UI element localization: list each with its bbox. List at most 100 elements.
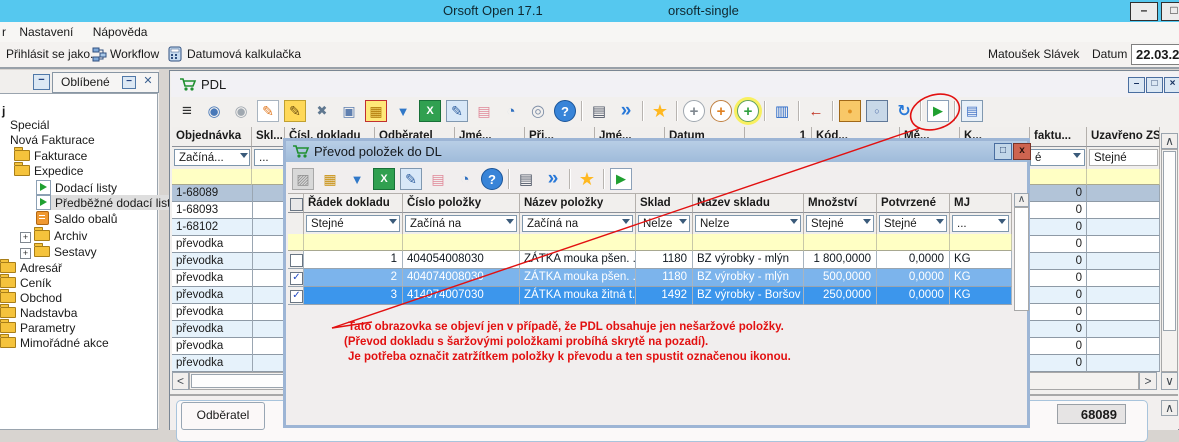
menu-nastaveni[interactable]: Nastavení (11, 22, 81, 42)
favorites-minimize-icon[interactable]: − (122, 76, 136, 89)
expand-plus-icon[interactable]: + (20, 248, 31, 259)
dialog-quickfilter-input[interactable] (288, 234, 304, 251)
quickfilter-input[interactable] (172, 169, 252, 185)
pdl-close-button[interactable]: × (1164, 77, 1179, 93)
dialog-row-cell-mj[interactable]: KG (950, 251, 1012, 269)
dlg-header-nazev-skladu[interactable]: Nazev skladu (693, 193, 804, 213)
clipboard-icon[interactable]: ✎ (400, 168, 422, 190)
grid-row-uzavreno-zs[interactable] (1087, 321, 1160, 338)
history-icon[interactable]: ◔ (454, 168, 476, 190)
dialog-row-cell-sklad[interactable]: 1180 (636, 269, 693, 287)
dialog-quickfilter-input[interactable] (520, 234, 636, 251)
dialog-quickfilter-input[interactable] (304, 234, 403, 251)
tree-item-mimoradne-akce[interactable]: Mimořádné akce (0, 336, 109, 351)
copy-doc-icon[interactable]: ▣ (338, 100, 360, 122)
filter-uzavreno-dropdown[interactable]: Stejné (1089, 149, 1158, 166)
tree-item-sestavy[interactable]: +Sestavy (20, 245, 97, 260)
filter-icon[interactable]: ▼ (346, 168, 368, 190)
grid-row-uzavreno-zs[interactable] (1087, 287, 1160, 304)
dialog-row-cell-mj[interactable]: KG (950, 269, 1012, 287)
filter-sklad-dropdown[interactable]: ... (254, 149, 284, 166)
dialog-row-cell-potvrzene[interactable]: 0,0000 (877, 287, 950, 305)
checkbox-checked-icon[interactable]: ✓ (290, 290, 303, 303)
dlg-header-radek-dokladu[interactable]: Řádek dokladu (304, 193, 403, 213)
dlg-header-mj[interactable]: MJ (950, 193, 1012, 213)
dialog-row-cell-nazev-polozky[interactable]: ZÁTKA mouka žitná t... (520, 287, 636, 305)
workflow-icon[interactable] (92, 47, 107, 62)
app-maximize-button[interactable]: □ (1161, 2, 1179, 21)
run-transfer-icon[interactable]: ▶ (610, 168, 632, 190)
dialog-row-cell-mnozstvi[interactable]: 500,0000 (804, 269, 877, 287)
dlg-header-potvrzene[interactable]: Potvrzené (877, 193, 950, 213)
select-all-checkbox[interactable] (290, 198, 303, 211)
grid-row-cislo-faktury[interactable]: 0 (1030, 321, 1087, 338)
grid-row-uzavreno-zs[interactable] (1087, 355, 1160, 372)
chevrons-icon[interactable]: » (542, 168, 564, 190)
lock-icon[interactable]: ● (839, 100, 861, 122)
dialog-quickfilter-input[interactable] (950, 234, 1012, 251)
grid-row-objednavka[interactable]: 1-68102 (172, 219, 285, 236)
dialog-filter-dropdown[interactable]: Nelze (695, 215, 801, 232)
column-header-uzavreno-zs[interactable]: Uzavřeno ZS (1087, 127, 1160, 147)
pdl-maximize-button[interactable]: □ (1146, 77, 1163, 93)
dialog-row-cell-nazev-skladu[interactable]: BZ výrobky - Boršov (693, 287, 804, 305)
dialog-filter-dropdown[interactable]: Stejné (306, 215, 400, 232)
eye-off-icon[interactable]: ◉ (230, 100, 252, 122)
grid-row-objednavka[interactable]: 1-68093 (172, 202, 285, 219)
dialog-quickfilter-input[interactable] (877, 234, 950, 251)
favorites-close-icon[interactable]: ✕ (142, 76, 154, 87)
grid-row-cislo-faktury[interactable]: 0 (1030, 270, 1087, 287)
scroll-up-button[interactable]: ∧ (1161, 400, 1178, 416)
print-icon[interactable]: ▤ (588, 100, 610, 122)
unlock-icon[interactable]: ○ (866, 100, 888, 122)
grid-row-uzavreno-zs[interactable] (1087, 202, 1160, 219)
grid-row-uzavreno-zs[interactable] (1087, 338, 1160, 355)
dialog-row-cell-potvrzene[interactable]: 0,0000 (877, 251, 950, 269)
eye-icon[interactable]: ◉ (203, 100, 225, 122)
scroll-left-button[interactable]: < (172, 372, 189, 390)
column-header-sklad[interactable]: Skl... (252, 127, 285, 147)
cross-orange-icon[interactable]: + (710, 100, 732, 122)
dialog-maximize-button[interactable]: □ (994, 143, 1012, 160)
menu-clipped[interactable]: r (0, 22, 8, 42)
dialog-quickfilter-input[interactable] (403, 234, 520, 251)
scroll-right-button[interactable]: > (1139, 372, 1157, 390)
tree-item-adresar[interactable]: Adresář (0, 261, 62, 276)
date-calculator-button[interactable]: Datumová kalkulačka (187, 46, 301, 63)
tree-item-archiv[interactable]: +Archiv (20, 229, 87, 244)
vertical-scrollbar[interactable] (1161, 149, 1178, 372)
clipboard-icon[interactable]: ✎ (446, 100, 468, 122)
dialog-row-cell-sklad[interactable]: 1180 (636, 251, 693, 269)
favorites-tab[interactable]: Oblíbené − ✕ (52, 72, 159, 93)
scrollbar-thumb[interactable] (1163, 151, 1176, 331)
scroll-up-button[interactable]: ∧ (1161, 133, 1178, 149)
scroll-down-button[interactable]: ∨ (1161, 372, 1178, 390)
tree-item-saldo-obalu[interactable]: Saldo obalů (36, 211, 117, 226)
card-icon[interactable]: ▤ (961, 100, 983, 122)
dialog-row-cell-mnozstvi[interactable]: 250,0000 (804, 287, 877, 305)
print-icon[interactable]: ▤ (515, 168, 537, 190)
dialog-row-cell-radek[interactable]: 2 (304, 269, 403, 287)
dialog-filter-dropdown[interactable]: Začíná na (405, 215, 517, 232)
expand-plus-icon[interactable]: + (20, 232, 31, 243)
dlg-header-sklad[interactable]: Sklad (636, 193, 693, 213)
dialog-row-cell-potvrzene[interactable]: 0,0000 (877, 269, 950, 287)
dialog-quickfilter-input[interactable] (636, 234, 693, 251)
grid-row-uzavreno-zs[interactable] (1087, 270, 1160, 287)
grid-row-cislo-faktury[interactable]: 0 (1030, 185, 1087, 202)
tree-item-parametry[interactable]: Parametry (0, 321, 75, 336)
refresh-icon[interactable]: ↻ (893, 100, 915, 122)
dialog-close-button[interactable]: x (1013, 143, 1031, 160)
window-icon[interactable]: ▥ (771, 100, 793, 122)
menu-napoveda[interactable]: Nápověda (85, 22, 156, 42)
grid-row-cislo-faktury[interactable]: 0 (1030, 202, 1087, 219)
column-header-objednavka[interactable]: Objednávka (172, 127, 252, 147)
panel-minimize-icon[interactable]: − (33, 74, 50, 90)
run-transfer-icon[interactable]: ▶ (927, 100, 949, 122)
exit-icon[interactable]: ← (805, 100, 827, 122)
grid-row-uzavreno-zs[interactable] (1087, 185, 1160, 202)
tree-item-fakturace[interactable]: Fakturace (14, 149, 87, 164)
grid-row-cislo-faktury[interactable]: 0 (1030, 236, 1087, 253)
grid-row-uzavreno-zs[interactable] (1087, 253, 1160, 270)
grid-row-uzavreno-zs[interactable] (1087, 236, 1160, 253)
